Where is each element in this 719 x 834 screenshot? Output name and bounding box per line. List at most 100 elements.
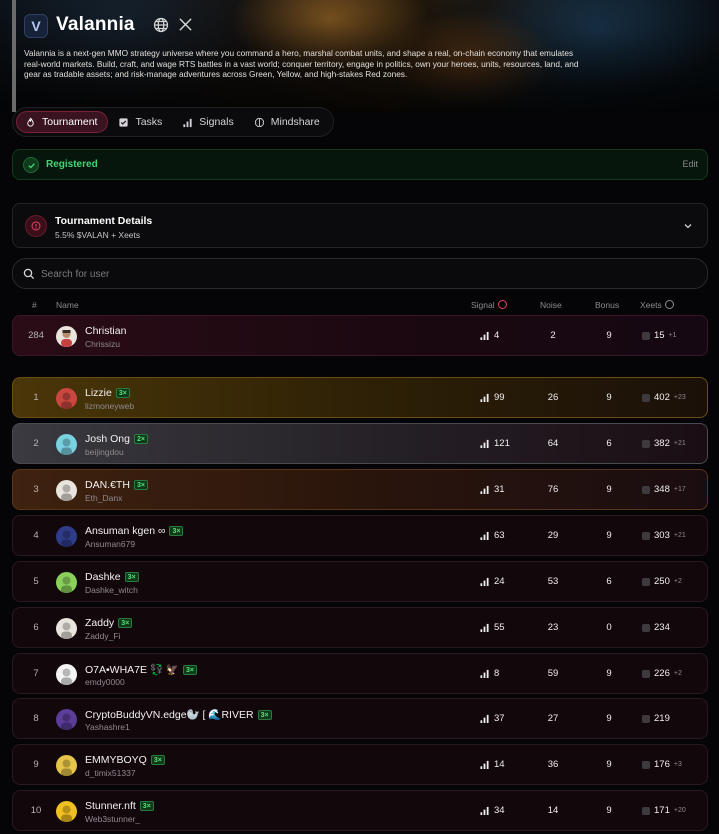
xeets-delta: +20 bbox=[673, 807, 686, 814]
column-rank: # bbox=[32, 300, 37, 310]
leaderboard-row[interactable]: 10 Stunner.nft 3× Web3stunner_ 34 14 9 171 +20 bbox=[12, 790, 708, 831]
leaderboard-row[interactable]: 5 Dashke 3× Dashke_witch 24 53 6 250 +2 bbox=[12, 561, 708, 602]
rank: 4 bbox=[33, 530, 39, 541]
user-name: Dashke 3× bbox=[85, 571, 139, 583]
user-name: Christian bbox=[85, 325, 127, 337]
noise-value: 2 bbox=[550, 330, 556, 341]
column-bonus[interactable]: Bonus bbox=[595, 300, 619, 310]
rank: 8 bbox=[33, 713, 39, 724]
xeets-delta: +23 bbox=[673, 394, 686, 401]
xeet-icon bbox=[642, 577, 650, 586]
leaderboard-row[interactable]: 4 Ansuman kgen ∞ 3× Ansuman679 63 29 9 303 +21 bbox=[12, 515, 708, 556]
xeets-delta: +1 bbox=[668, 332, 677, 339]
signal-info-icon[interactable] bbox=[497, 300, 507, 309]
rank: 2 bbox=[33, 438, 39, 449]
xeets-number: 382 bbox=[654, 438, 670, 449]
tournament-details-panel[interactable]: Tournament Details 5.5% $VALAN + Xeets bbox=[12, 203, 708, 248]
tab-label: Tournament bbox=[42, 116, 98, 128]
bar-signal-icon bbox=[183, 118, 192, 127]
info-icon bbox=[25, 215, 47, 237]
avatar bbox=[56, 526, 77, 547]
signal-value: 31 bbox=[480, 484, 505, 495]
signal-value: 14 bbox=[480, 759, 505, 770]
signal-value: 63 bbox=[480, 530, 505, 541]
xeets-value: 382 +21 bbox=[642, 438, 686, 449]
multiplier-badge: 3× bbox=[183, 665, 197, 675]
tournament-title: Tournament Details bbox=[55, 215, 153, 227]
tab-signals[interactable]: Signals bbox=[174, 111, 243, 133]
xeets-value: 234 bbox=[642, 622, 674, 633]
user-handle: lizmoneyweb bbox=[85, 401, 135, 411]
noise-value: 59 bbox=[547, 668, 559, 679]
tab-mindshare[interactable]: Mindshare bbox=[246, 111, 330, 133]
xeet-icon bbox=[642, 485, 650, 494]
bar-signal-icon bbox=[480, 439, 489, 448]
user-name: DAN.€TH 3× bbox=[85, 479, 148, 491]
signal-number: 34 bbox=[494, 805, 505, 816]
bonus-value: 6 bbox=[606, 576, 612, 587]
xeets-value: 303 +21 bbox=[642, 530, 686, 541]
bar-signal-icon bbox=[480, 393, 489, 402]
bonus-value: 9 bbox=[606, 484, 612, 495]
signal-value: 99 bbox=[480, 392, 505, 403]
tab-tasks[interactable]: Tasks bbox=[110, 111, 172, 133]
signal-number: 8 bbox=[494, 668, 500, 679]
bar-signal-icon bbox=[480, 806, 489, 815]
signal-number: 37 bbox=[494, 713, 505, 724]
column-signal[interactable]: Signal bbox=[471, 300, 507, 310]
chevron-down-icon[interactable] bbox=[683, 221, 693, 231]
leaderboard-row[interactable]: 6 Zaddy 3× Zaddy_Fi 55 23 0 234 bbox=[12, 607, 708, 648]
flame-icon bbox=[27, 117, 34, 127]
user-name-text: Josh Ong bbox=[85, 433, 130, 445]
tab-label: Mindshare bbox=[270, 116, 320, 128]
leaderboard-row[interactable]: 8 CryptoBuddyVN.edge🦭 [ 🌊RIVER 3× Yashashre… bbox=[12, 698, 708, 739]
xeet-icon bbox=[642, 623, 650, 632]
leaderboard-row[interactable]: 2 Josh Ong 2× beijingdou 121 64 6 382 +21 bbox=[12, 423, 708, 464]
xeet-icon bbox=[642, 806, 650, 815]
xeet-icon bbox=[642, 531, 650, 540]
globe-icon[interactable] bbox=[153, 17, 169, 33]
registered-label: Registered bbox=[46, 159, 98, 170]
xeets-number: 226 bbox=[654, 668, 670, 679]
user-name-text: EMMYBOYQ bbox=[85, 754, 147, 766]
brain-icon bbox=[254, 117, 264, 127]
bar-signal-icon bbox=[480, 714, 489, 723]
bar-signal-icon bbox=[480, 669, 489, 678]
avatar bbox=[56, 618, 77, 639]
signal-value: 4 bbox=[480, 330, 499, 341]
signal-number: 31 bbox=[494, 484, 505, 495]
tab-tournament[interactable]: Tournament bbox=[16, 111, 109, 133]
xeet-icon bbox=[642, 714, 650, 723]
column-xeets-label: Xeets bbox=[640, 300, 662, 310]
multiplier-badge: 3× bbox=[139, 801, 154, 811]
leaderboard-row[interactable]: 9 EMMYBOYQ 3× d_timix51337 14 36 9 176 +3 bbox=[12, 744, 708, 785]
leaderboard-row[interactable]: 3 DAN.€TH 3× Eth_Danx 31 76 9 348 +17 bbox=[12, 469, 708, 510]
avatar bbox=[56, 326, 77, 347]
xeets-number: 176 bbox=[654, 759, 670, 770]
xeet-icon bbox=[642, 393, 650, 402]
signal-value: 55 bbox=[480, 622, 505, 633]
edit-registration-button[interactable]: Edit bbox=[682, 159, 698, 169]
registration-status: Registered Edit bbox=[12, 149, 708, 180]
current-user-row[interactable]: 284 Christian Chrissizu 4 2 9 15 +1 bbox=[12, 315, 708, 356]
bonus-value: 6 bbox=[606, 438, 612, 449]
signal-value: 37 bbox=[480, 713, 505, 724]
x-social-icon[interactable] bbox=[178, 17, 193, 32]
avatar bbox=[56, 755, 77, 776]
column-noise[interactable]: Noise bbox=[540, 300, 562, 310]
xeets-value: 171 +20 bbox=[642, 805, 686, 816]
leaderboard-row[interactable]: 1 Lizzie 3× lizmoneyweb 99 26 9 402 +23 bbox=[12, 377, 708, 418]
signal-number: 24 bbox=[494, 576, 505, 587]
avatar bbox=[56, 480, 77, 501]
column-xeets[interactable]: Xeets bbox=[640, 300, 674, 310]
avatar bbox=[56, 388, 77, 409]
search-input[interactable] bbox=[41, 263, 681, 285]
leaderboard-row[interactable]: 7 O7A•WHA7E 💱 🦅 3× emdy0000 8 59 9 226 +2 bbox=[12, 653, 708, 694]
xeets-info-icon[interactable] bbox=[664, 300, 674, 309]
user-name-text: Zaddy bbox=[85, 617, 115, 629]
bar-signal-icon bbox=[480, 485, 489, 494]
avatar bbox=[56, 801, 77, 822]
rank: 1 bbox=[33, 392, 39, 403]
xeets-number: 234 bbox=[654, 622, 670, 633]
noise-value: 29 bbox=[547, 530, 559, 541]
